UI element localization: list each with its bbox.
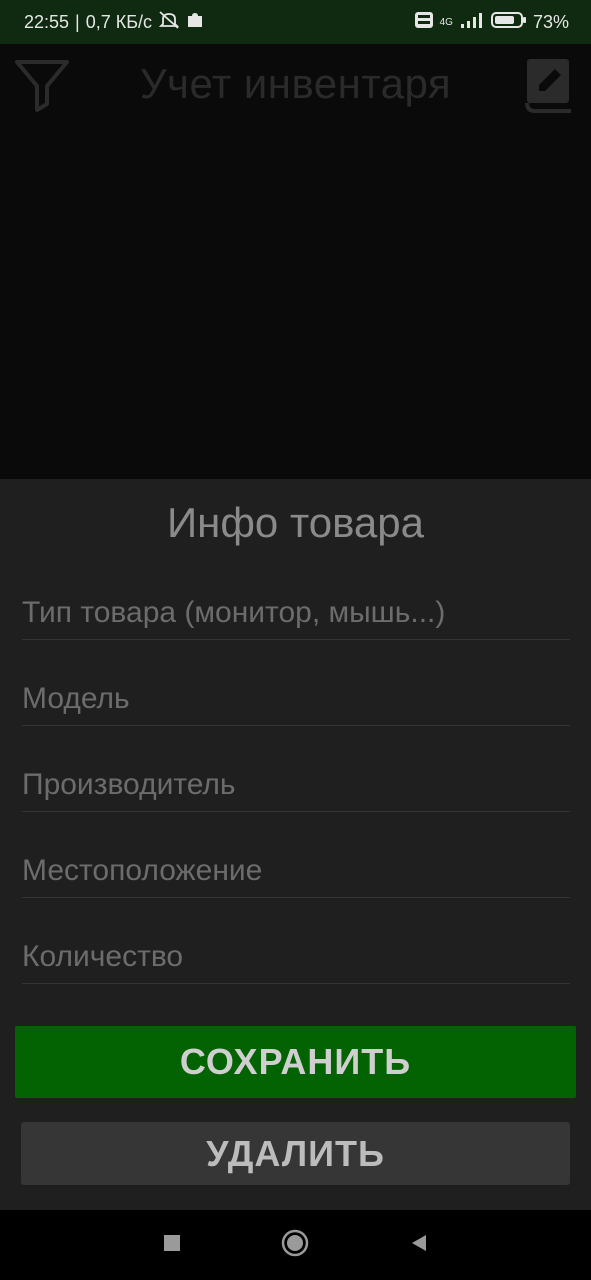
location-input[interactable] [22, 845, 570, 897]
status-bar: 22:55 | 0,7 КБ/с 4G 73% [0, 0, 591, 44]
back-button[interactable] [399, 1225, 439, 1265]
status-time: 22:55 [24, 11, 70, 32]
status-separator: | [75, 11, 80, 32]
edit-book-icon [525, 57, 573, 118]
quantity-field [22, 931, 570, 984]
inventory-list-area [0, 134, 591, 479]
model-field [22, 673, 570, 726]
app-title: Учет инвентаря [139, 60, 452, 107]
battery-percent: 73% [532, 11, 569, 32]
item-type-field [22, 587, 570, 640]
quantity-input[interactable] [22, 931, 570, 983]
triangle-back-icon [408, 1232, 430, 1259]
network-type: 4G [439, 16, 453, 28]
status-right: 4G 73% [414, 11, 569, 34]
volte-icon [414, 11, 434, 34]
status-left: 22:55 | 0,7 КБ/с [24, 10, 204, 35]
location-field [22, 845, 570, 898]
edit-button[interactable] [521, 56, 577, 118]
recent-apps-button[interactable] [152, 1225, 192, 1265]
delete-button[interactable]: УДАЛИТЬ [21, 1122, 570, 1185]
muted-bell-icon [158, 10, 180, 35]
app-bar: Учет инвентаря [0, 44, 591, 134]
manufacturer-field [22, 759, 570, 812]
manufacturer-input[interactable] [22, 759, 570, 811]
model-input[interactable] [22, 673, 570, 725]
sheet-title: Инфо товара [166, 499, 424, 546]
item-info-sheet: Инфо товара СОХРАНИТЬ УДАЛИТЬ [0, 479, 591, 1210]
home-button[interactable] [275, 1225, 315, 1265]
save-button[interactable]: СОХРАНИТЬ [15, 1026, 576, 1098]
square-icon [162, 1233, 182, 1258]
puzzle-icon [186, 11, 204, 34]
system-nav-bar [0, 1210, 591, 1280]
signal-icon [459, 11, 485, 34]
status-speed: 0,7 КБ/с [85, 11, 153, 32]
circle-icon [280, 1228, 310, 1263]
battery-icon [490, 11, 527, 34]
item-type-input[interactable] [22, 587, 570, 639]
